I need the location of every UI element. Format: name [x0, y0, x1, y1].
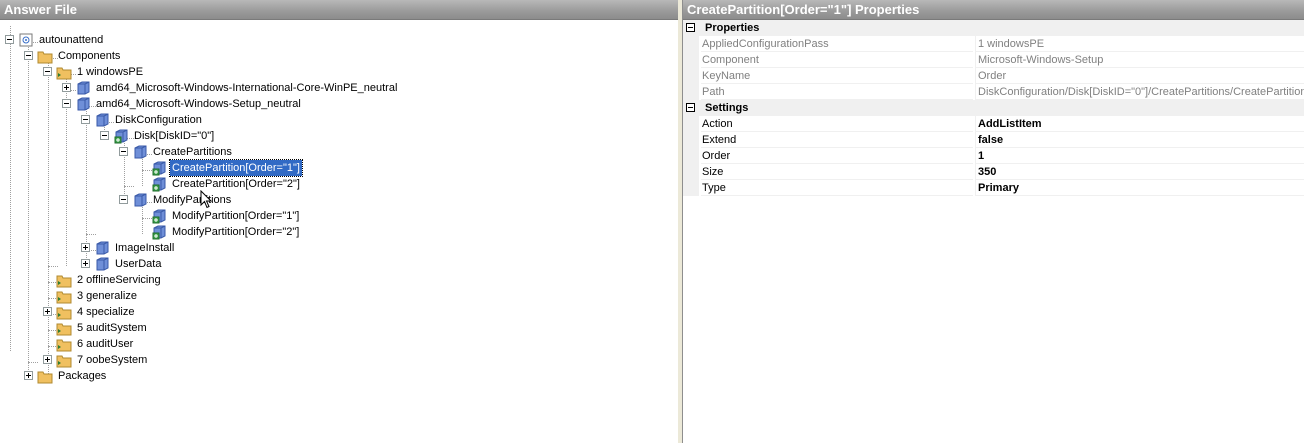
- tree-item-label: CreatePartitions: [153, 146, 232, 158]
- property-name: AppliedConfigurationPass: [701, 36, 973, 52]
- tree-item-label: DiskConfiguration: [115, 114, 202, 126]
- pass-folder-icon: [56, 352, 72, 368]
- list-item-cube-icon: [151, 176, 167, 192]
- property-value: Microsoft-Windows-Setup: [975, 52, 1304, 68]
- property-value: Order: [975, 68, 1304, 84]
- category-settings[interactable]: Settings: [683, 100, 1304, 116]
- tree-item-label: 4 specialize: [77, 306, 135, 318]
- tree-item-label: ModifyPartition[Order="1"]: [172, 210, 300, 222]
- pass-folder-icon: [56, 304, 72, 320]
- list-item-cube-icon: [113, 128, 129, 144]
- tree-item-label: amd64_Microsoft-Windows-Setup_neutral: [96, 98, 301, 110]
- collapse-toggle[interactable]: [100, 131, 109, 140]
- setting-cube-icon: [94, 112, 110, 128]
- expand-toggle[interactable]: [62, 83, 71, 92]
- collapse-toggle[interactable]: [119, 195, 128, 204]
- properties-pane: CreatePartition[Order="1"] Properties Pr…: [682, 0, 1304, 443]
- folder-icon: [37, 48, 53, 64]
- property-name: Component: [701, 52, 973, 68]
- properties-header: CreatePartition[Order="1"] Properties: [683, 0, 1304, 20]
- property-row[interactable]: Component Microsoft-Windows-Setup: [683, 52, 1304, 68]
- list-item-cube-icon: [151, 208, 167, 224]
- pass-folder-icon: [56, 288, 72, 304]
- component-icon: [75, 96, 91, 112]
- setting-cube-icon: [94, 256, 110, 272]
- tree-item-label: ModifyPartition[Order="2"]: [172, 226, 300, 238]
- collapse-toggle[interactable]: [686, 103, 695, 112]
- folder-icon: [37, 368, 53, 384]
- list-item-cube-icon: [151, 160, 167, 176]
- property-name: Path: [701, 84, 973, 100]
- pass-folder-icon: [56, 336, 72, 352]
- answer-file-header: Answer File: [0, 0, 678, 20]
- answer-file-pane: Answer File autounattend Components 1 wi…: [0, 0, 679, 443]
- property-row[interactable]: Type Primary: [683, 180, 1304, 196]
- tree-item-label: UserData: [115, 258, 162, 270]
- property-value[interactable]: 1: [975, 148, 1304, 164]
- property-name: Type: [701, 180, 973, 196]
- collapse-toggle[interactable]: [24, 51, 33, 60]
- property-row[interactable]: Path DiskConfiguration/Disk[DiskID="0"]/…: [683, 84, 1304, 100]
- setting-cube-icon: [132, 192, 148, 208]
- tree-item-label: amd64_Microsoft-Windows-International-Co…: [96, 82, 398, 94]
- expand-toggle[interactable]: [43, 307, 52, 316]
- expand-toggle[interactable]: [24, 371, 33, 380]
- property-name: KeyName: [701, 68, 973, 84]
- property-value[interactable]: AddListItem: [975, 116, 1304, 132]
- tree-item-label: CreatePartition[Order="2"]: [172, 178, 300, 190]
- mouse-cursor-icon: [200, 190, 213, 209]
- category-label: Settings: [705, 102, 749, 114]
- pass-folder-icon: [56, 64, 72, 80]
- property-value[interactable]: 350: [975, 164, 1304, 180]
- tree-item-label: 1 windowsPE: [77, 66, 144, 78]
- tree-item-label: 6 auditUser: [77, 338, 134, 350]
- tree-item-label: 5 auditSystem: [77, 322, 147, 334]
- pass-folder-icon: [56, 320, 72, 336]
- property-value: DiskConfiguration/Disk[DiskID="0"]/Creat…: [975, 84, 1304, 100]
- tree-item-label: CreatePartition[Order="1"]: [169, 159, 303, 177]
- collapse-toggle[interactable]: [119, 147, 128, 156]
- expand-toggle[interactable]: [43, 355, 52, 364]
- property-value[interactable]: Primary: [975, 180, 1304, 196]
- property-value[interactable]: false: [975, 132, 1304, 148]
- tree-item-label: ImageInstall: [115, 242, 175, 254]
- property-row[interactable]: Extend false: [683, 132, 1304, 148]
- answer-file-icon: [18, 32, 34, 48]
- tree-item-label: Components: [58, 50, 121, 62]
- tree-item-label: 3 generalize: [77, 290, 137, 302]
- collapse-toggle[interactable]: [62, 99, 71, 108]
- tree-item-label: ModifyPartitions: [153, 194, 232, 206]
- property-value: 1 windowsPE: [975, 36, 1304, 52]
- category-properties[interactable]: Properties: [683, 20, 1304, 36]
- tree-item-label: Packages: [58, 370, 107, 382]
- property-row[interactable]: AppliedConfigurationPass 1 windowsPE: [683, 36, 1304, 52]
- property-name: Size: [701, 164, 973, 180]
- category-label: Properties: [705, 22, 760, 34]
- expand-toggle[interactable]: [81, 243, 90, 252]
- tree-item-label: 2 offlineServicing: [77, 274, 161, 286]
- setting-cube-icon: [94, 240, 110, 256]
- collapse-toggle[interactable]: [5, 35, 14, 44]
- expand-toggle[interactable]: [81, 259, 90, 268]
- collapse-toggle[interactable]: [43, 67, 52, 76]
- property-row[interactable]: KeyName Order: [683, 68, 1304, 84]
- list-item-cube-icon: [151, 224, 167, 240]
- property-name: Order: [701, 148, 973, 164]
- property-row[interactable]: Action AddListItem: [683, 116, 1304, 132]
- setting-cube-icon: [132, 144, 148, 160]
- tree-item-label: Disk[DiskID="0"]: [134, 130, 215, 142]
- collapse-toggle[interactable]: [81, 115, 90, 124]
- property-name: Action: [701, 116, 973, 132]
- pass-folder-icon: [56, 272, 72, 288]
- property-row[interactable]: Order 1: [683, 148, 1304, 164]
- collapse-toggle[interactable]: [686, 23, 695, 32]
- tree-item-label: autounattend: [39, 34, 104, 46]
- component-icon: [75, 80, 91, 96]
- property-name: Extend: [701, 132, 973, 148]
- property-row[interactable]: Size 350: [683, 164, 1304, 180]
- tree-item-label: 7 oobeSystem: [77, 354, 148, 366]
